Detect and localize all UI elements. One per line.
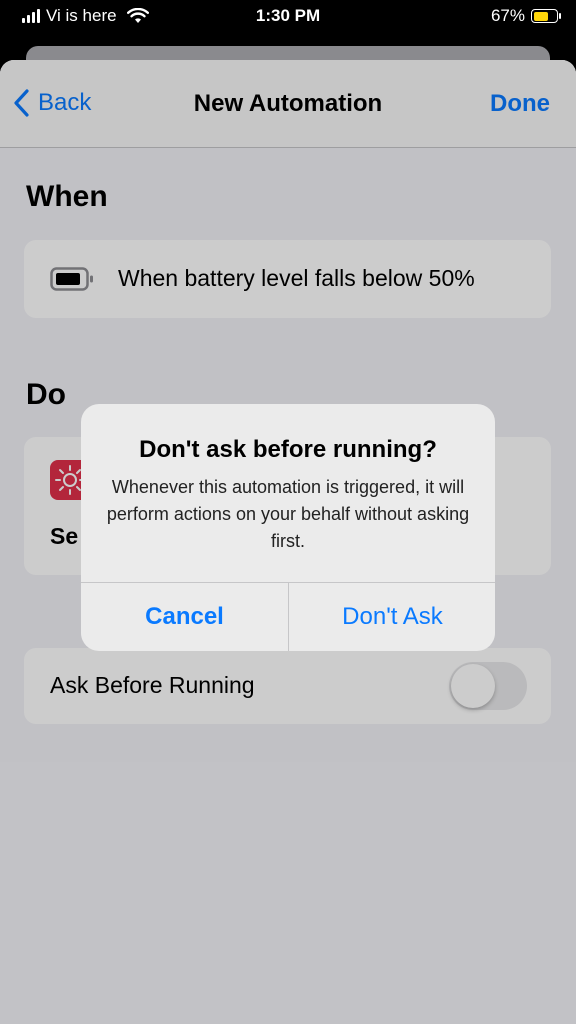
status-bar: Vi is here 1:30 PM 67% xyxy=(0,0,576,36)
confirmation-alert: Don't ask before running? Whenever this … xyxy=(81,404,495,651)
status-time: 1:30 PM xyxy=(255,6,321,25)
dont-ask-button[interactable]: Don't Ask xyxy=(289,583,495,651)
battery-percent: 67% xyxy=(490,6,525,25)
alert-title: Don't ask before running? xyxy=(139,436,437,463)
alert-message: Whenever this automation is triggered, i… xyxy=(106,477,470,551)
cancel-button[interactable]: Cancel xyxy=(81,583,288,651)
status-right: 67% xyxy=(490,6,561,26)
battery-icon xyxy=(531,9,561,23)
